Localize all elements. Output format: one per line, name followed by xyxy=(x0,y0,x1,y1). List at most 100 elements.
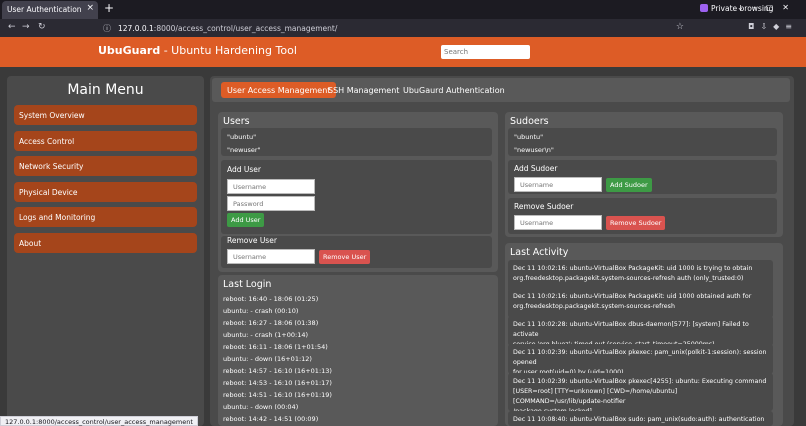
sidebar-item-access-control[interactable]: Access Control xyxy=(14,131,197,151)
users-title: Users xyxy=(223,116,250,127)
add-sudoer-button[interactable]: Add Sudoer xyxy=(606,178,652,192)
last-activity-title: Last Activity xyxy=(510,247,569,258)
users-list: "ubuntu" "newuser" xyxy=(221,128,492,156)
user-item: "ubuntu" xyxy=(227,133,257,141)
activity-entry: Dec 11 10:02:39: ubuntu-VirtualBox pkexe… xyxy=(508,344,773,376)
login-entry: reboot: 14:42 - 14:51 (00:09) xyxy=(223,415,319,423)
remove-sudoer-button[interactable]: Remove Sudoer xyxy=(606,216,666,230)
remove-sudoer-title: Remove Sudoer xyxy=(514,202,574,211)
sidebar-item-about[interactable]: About xyxy=(14,233,197,253)
tab-user-access-management[interactable]: User Access Management xyxy=(221,82,337,98)
login-entry: reboot: 16:27 - 18:06 (01:38) xyxy=(223,319,319,327)
add-user-username-field[interactable] xyxy=(227,179,315,194)
app-menu-icon[interactable]: ≡ xyxy=(785,22,798,31)
back-icon[interactable]: ← xyxy=(8,22,16,32)
sidebar-item-logs-and-monitoring[interactable]: Logs and Monitoring xyxy=(14,207,197,227)
app-header: UbuGuard - Ubuntu Hardening Tool xyxy=(0,37,806,67)
browser-tab[interactable]: User Authentication × xyxy=(2,1,98,19)
url-bar[interactable]: ⓘ 127.0.0.1:8000/access_control/user_acc… xyxy=(100,21,690,35)
sudoers-title: Sudoers xyxy=(510,116,549,127)
extension-icon[interactable]: ◆ xyxy=(773,22,785,31)
new-tab-icon[interactable]: + xyxy=(104,1,114,15)
activity-entry: Dec 11 10:02:28: ubuntu-VirtualBox dbus-… xyxy=(508,316,773,348)
sudoer-item: "newuser\n" xyxy=(514,146,554,154)
browser-nav-bar: ← → ↻ ⓘ 127.0.0.1:8000/access_control/us… xyxy=(0,19,806,37)
main-content: User Access Management SSH Management Ub… xyxy=(210,76,794,426)
pocket-icon[interactable]: ◘ xyxy=(748,22,760,31)
sidebar-item-physical-device[interactable]: Physical Device xyxy=(14,182,197,202)
browser-tab-title: User Authentication xyxy=(7,5,82,14)
last-login-title: Last Login xyxy=(223,279,272,290)
login-entry: ubuntu: - crash (1+00:14) xyxy=(223,331,309,339)
add-user-section: Add User Add User xyxy=(221,160,492,234)
login-entry: reboot: 16:40 - 18:06 (01:25) xyxy=(223,295,319,303)
close-window-icon[interactable]: ✕ xyxy=(782,3,798,12)
remove-user-username-field[interactable] xyxy=(227,249,315,264)
remove-user-section: Remove User Remove User xyxy=(221,236,492,268)
remove-user-title: Remove User xyxy=(227,236,277,245)
login-entry: ubuntu: - down (16+01:12) xyxy=(223,355,312,363)
login-entry: reboot: 14:51 - 16:10 (16+01:19) xyxy=(223,391,332,399)
login-entry: ubuntu: - down (00:04) xyxy=(223,403,299,411)
sidebar-item-system-overview[interactable]: System Overview xyxy=(14,105,197,125)
activity-entry: Dec 11 10:08:40: ubuntu-VirtualBox sudo:… xyxy=(508,411,773,426)
add-sudoer-title: Add Sudoer xyxy=(514,164,558,173)
activity-line: Dec 11 10:08:40: ubuntu-VirtualBox sudo:… xyxy=(513,416,765,423)
link-status-bar: 127.0.0.1:8000/access_control/user_acces… xyxy=(0,416,198,426)
sidebar-title: Main Menu xyxy=(67,82,144,98)
add-user-button[interactable]: Add User xyxy=(227,213,265,227)
tab-ubuguard-authentication[interactable]: UbuGaurd Authentication xyxy=(397,82,511,98)
page-info-icon[interactable]: ⓘ xyxy=(103,23,111,34)
downloads-icon[interactable]: ⇩ xyxy=(760,22,773,31)
sidebar-item-network-security[interactable]: Network Security xyxy=(14,156,197,176)
tabs-bar: User Access Management SSH Management Ub… xyxy=(212,78,790,102)
add-user-title: Add User xyxy=(227,165,261,174)
maximize-icon[interactable]: ▢ xyxy=(766,3,783,12)
sidebar: Main Menu System Overview Access Control… xyxy=(7,76,204,426)
window-list-icon[interactable]: ⌄ xyxy=(737,3,753,12)
forward-icon[interactable]: → xyxy=(22,22,30,32)
activity-line: Dec 11 10:02:16: ubuntu-VirtualBox Packa… xyxy=(513,293,752,300)
login-entry: ubuntu: - crash (00:10) xyxy=(223,307,299,315)
activity-entry: Dec 11 10:02:39: ubuntu-VirtualBox pkexe… xyxy=(508,373,773,415)
browser-tab-bar: User Authentication × + Private browsing… xyxy=(0,0,806,19)
reload-icon[interactable]: ↻ xyxy=(38,22,46,32)
activity-line: org.freedesktop.packagekit.system-source… xyxy=(513,303,675,310)
remove-sudoer-username-field[interactable] xyxy=(514,215,602,230)
app-subtitle: - Ubuntu Hardening Tool xyxy=(160,44,297,57)
activity-line: [USER=root] [TTY=unknown] [CWD=/home/ubu… xyxy=(513,388,678,405)
bookmark-star-icon[interactable]: ☆ xyxy=(676,22,684,32)
sudoer-item: "ubuntu" xyxy=(514,133,544,141)
add-user-password-field[interactable] xyxy=(227,196,315,211)
activity-line: Dec 11 10:02:28: ubuntu-VirtualBox dbus-… xyxy=(513,321,749,338)
close-tab-icon[interactable]: × xyxy=(86,3,94,13)
activity-line: Dec 11 10:02:39: ubuntu-VirtualBox pkexe… xyxy=(513,378,767,385)
login-entry: reboot: 16:11 - 18:06 (1+01:54) xyxy=(223,343,328,351)
activity-line: Dec 11 10:02:16: ubuntu-VirtualBox Packa… xyxy=(513,265,753,272)
sudoers-list: "ubuntu" "newuser\n" xyxy=(508,128,777,156)
minimize-icon[interactable]: – xyxy=(753,3,766,12)
remove-sudoer-section: Remove Sudoer Remove Sudoer xyxy=(508,198,777,234)
private-browsing-icon xyxy=(700,4,708,12)
login-entry: reboot: 14:53 - 16:10 (16+01:17) xyxy=(223,379,332,387)
last-activity-panel: Last Activity Dec 11 10:02:16: ubuntu-Vi… xyxy=(505,243,783,426)
app-title: UbuGuard - Ubuntu Hardening Tool xyxy=(98,44,297,57)
activity-line: org.freedesktop.packagekit.system-source… xyxy=(513,275,744,282)
last-login-panel: Last Login reboot: 16:40 - 18:06 (01:25)… xyxy=(218,275,498,426)
url-host: 127.0.0.1 xyxy=(118,24,154,33)
sudoers-panel: Sudoers "ubuntu" "newuser\n" Add Sudoer … xyxy=(505,112,783,237)
add-sudoer-section: Add Sudoer Add Sudoer xyxy=(508,160,777,194)
add-sudoer-username-field[interactable] xyxy=(514,177,602,192)
remove-user-button[interactable]: Remove User xyxy=(319,250,371,264)
user-item: "newuser" xyxy=(227,146,261,154)
url-path: :8000/access_control/user_access_managem… xyxy=(153,24,338,33)
login-entry: reboot: 14:57 - 16:10 (16+01:13) xyxy=(223,367,332,375)
app-name: UbuGuard xyxy=(98,44,161,57)
tab-ssh-management[interactable]: SSH Management xyxy=(322,82,405,98)
search-input[interactable] xyxy=(441,45,530,59)
toolbar-icons: ◘⇩◆≡ xyxy=(748,22,798,31)
activity-entry: Dec 11 10:02:16: ubuntu-VirtualBox Packa… xyxy=(508,288,773,318)
window-controls: ⌄–▢✕ xyxy=(737,3,798,12)
activity-line: Dec 11 10:02:39: ubuntu-VirtualBox pkexe… xyxy=(513,349,767,366)
users-panel: Users "ubuntu" "newuser" Add User Add Us… xyxy=(218,112,498,272)
